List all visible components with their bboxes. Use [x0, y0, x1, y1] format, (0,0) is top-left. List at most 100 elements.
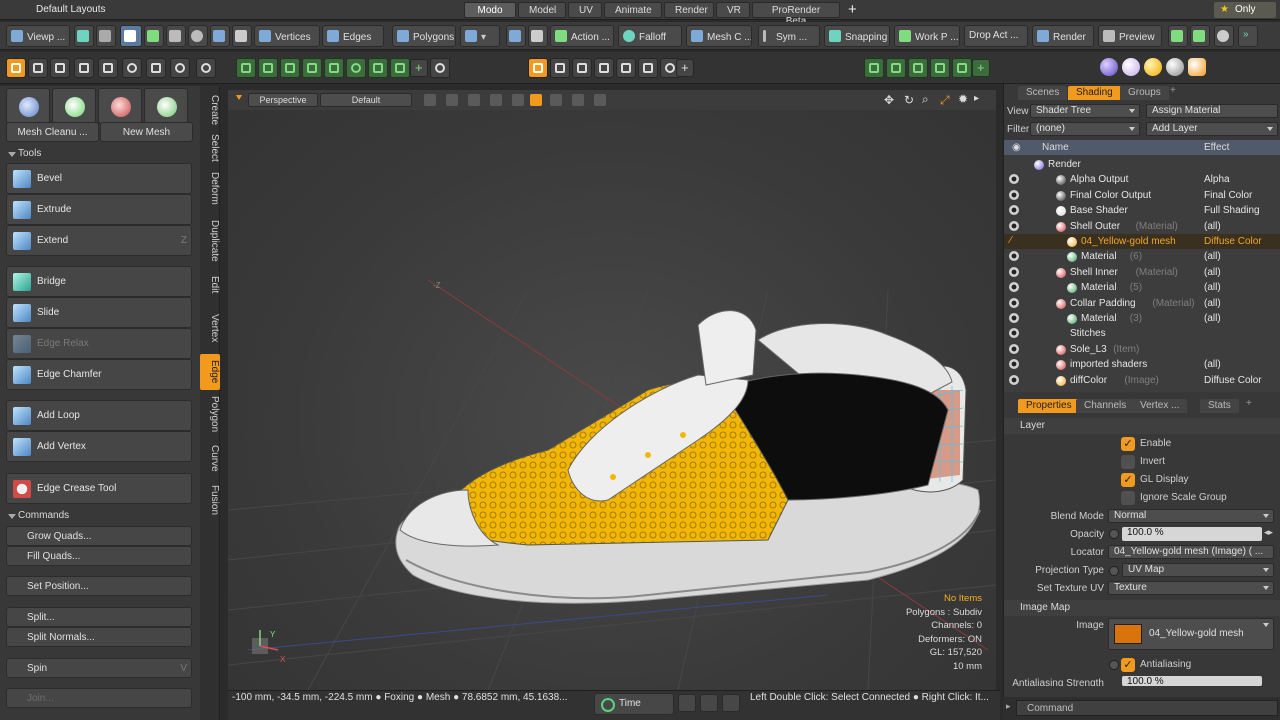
- pivot-tool[interactable]: [50, 58, 70, 78]
- add-loop-button[interactable]: Add Loop: [6, 400, 192, 431]
- mesh-tool-icon-button[interactable]: [6, 88, 50, 124]
- enable-checkbox[interactable]: ✓: [1121, 437, 1135, 451]
- shader-tree-row[interactable]: ⁄ 04_Yellow-gold mesh Diffuse Color: [1004, 234, 1280, 250]
- edge-crease-button[interactable]: Edge Crease Tool: [6, 473, 192, 504]
- command-input[interactable]: Command: [1016, 700, 1278, 716]
- layout-grid-button[interactable]: [74, 25, 94, 47]
- transform-tool-icon-button[interactable]: [144, 88, 188, 124]
- shader-tree-row[interactable]: Shell Inner (Material) (all): [1004, 265, 1280, 280]
- aa-strength-field[interactable]: 100.0 %: [1122, 676, 1262, 686]
- vtab-vertex[interactable]: Vertex: [200, 310, 220, 346]
- tab-animate[interactable]: Animate: [604, 2, 662, 18]
- new-mesh-button[interactable]: New Mesh: [100, 122, 193, 142]
- shader-tree-row[interactable]: Material (5) (all): [1004, 280, 1280, 295]
- polygons-button[interactable]: Polygons: [392, 25, 456, 47]
- opacity-radio[interactable]: [1109, 529, 1119, 539]
- render-button[interactable]: Render: [1032, 25, 1094, 47]
- add-vertex-button[interactable]: Add Vertex: [6, 431, 192, 462]
- layout-split-button[interactable]: [96, 25, 116, 47]
- vtab-create[interactable]: Create: [200, 90, 220, 130]
- work-plane-button[interactable]: Work P ...: [894, 25, 960, 47]
- effect-column-header[interactable]: Effect: [1204, 142, 1229, 153]
- add-view-tool-button[interactable]: +: [676, 59, 694, 77]
- image-tool[interactable]: [930, 58, 950, 78]
- deform-tool[interactable]: [146, 58, 166, 78]
- tab-model[interactable]: Model: [518, 2, 566, 18]
- list-tool[interactable]: [864, 58, 884, 78]
- shading-dropdown[interactable]: Default: [320, 93, 412, 107]
- item-mode-button[interactable]: [210, 25, 230, 47]
- bin-icon[interactable]: [594, 94, 606, 106]
- visibility-eye-icon[interactable]: [1007, 251, 1021, 262]
- sphere-tool-icon-button[interactable]: [98, 88, 142, 124]
- shader-tree-row[interactable]: diffColor (Image) Diffuse Color: [1004, 373, 1280, 388]
- visibility-eye-icon[interactable]: [1007, 205, 1021, 216]
- timeline-button[interactable]: [700, 694, 718, 712]
- bezier-icon[interactable]: [550, 94, 562, 106]
- lasso-button[interactable]: [188, 25, 208, 47]
- vtab-curve[interactable]: Curve: [200, 442, 220, 474]
- split-button[interactable]: Split...: [6, 607, 192, 627]
- refresh-tool[interactable]: [196, 58, 216, 78]
- filter-dropdown[interactable]: (none): [1030, 122, 1140, 136]
- graph-button[interactable]: [722, 694, 740, 712]
- ignore-scale-checkbox[interactable]: [1121, 491, 1135, 505]
- add-tab-button[interactable]: +: [848, 1, 857, 18]
- zoom-icon[interactable]: ⌕: [922, 92, 929, 107]
- view-paint-tool[interactable]: [594, 58, 614, 78]
- antialiasing-checkbox[interactable]: ✓: [1121, 658, 1135, 672]
- select-mode-button[interactable]: [120, 25, 142, 47]
- expand-right-icon[interactable]: ▸: [974, 93, 979, 104]
- view-select-tool[interactable]: [572, 58, 592, 78]
- layout-button[interactable]: [678, 694, 696, 712]
- image-selector[interactable]: 04_Yellow-gold mesh: [1108, 618, 1274, 650]
- gl-display-checkbox[interactable]: ✓: [1121, 473, 1135, 487]
- falloff-button[interactable]: Falloff: [618, 25, 682, 47]
- symmetry-button[interactable]: Sym ...: [758, 25, 820, 47]
- gear-icon[interactable]: ✹: [958, 92, 968, 106]
- mesh-path-tool[interactable]: [280, 58, 300, 78]
- item-type-dropdown[interactable]: ▾: [460, 25, 500, 47]
- tab-groups[interactable]: Groups: [1120, 86, 1169, 100]
- extend-button[interactable]: Extend Z: [6, 225, 192, 256]
- vtab-edit[interactable]: Edit: [200, 272, 220, 298]
- tab-render[interactable]: Render: [664, 2, 714, 18]
- slider-icon[interactable]: ◂▸: [1264, 527, 1273, 538]
- grid-view-icon[interactable]: [446, 94, 458, 106]
- bridge-button[interactable]: Bridge: [6, 266, 192, 297]
- mesh-target-tool[interactable]: [346, 58, 366, 78]
- tools-section-header[interactable]: Tools: [6, 146, 194, 162]
- name-column-header[interactable]: Name: [1042, 142, 1069, 153]
- drop-action-dropdown[interactable]: Drop Act ...: [964, 25, 1028, 47]
- shader-tree-row[interactable]: Collar Padding (Material) (all): [1004, 296, 1280, 311]
- tab-scenes[interactable]: Scenes: [1018, 86, 1068, 100]
- layers-tool[interactable]: [886, 58, 906, 78]
- view-bend-tool[interactable]: [616, 58, 636, 78]
- mesh-select-tool[interactable]: [236, 58, 256, 78]
- spin-button[interactable]: Spin V: [6, 658, 192, 678]
- material-ball-gold-icon[interactable]: [1144, 58, 1162, 76]
- bevel-button[interactable]: Bevel: [6, 163, 192, 194]
- add-mesh-tool-button[interactable]: +: [410, 59, 428, 77]
- slide-button[interactable]: Slide: [6, 297, 192, 328]
- visibility-eye-icon[interactable]: [1007, 374, 1021, 385]
- mesh-bound-tool[interactable]: [390, 58, 410, 78]
- tab-vr[interactable]: VR: [716, 2, 750, 18]
- set-position-button[interactable]: Set Position...: [6, 576, 192, 596]
- vtab-fusion[interactable]: Fusion: [200, 482, 220, 518]
- material-mode-button[interactable]: [232, 25, 252, 47]
- edge-tool[interactable]: [74, 58, 94, 78]
- assign-material-button[interactable]: Assign Material: [1146, 104, 1278, 118]
- material-ball-orange-icon[interactable]: [1188, 58, 1206, 76]
- edge-relax-button[interactable]: Edge Relax: [6, 328, 192, 359]
- wireframe-icon[interactable]: [490, 94, 502, 106]
- add-prop-tab-icon[interactable]: +: [1246, 398, 1252, 409]
- checker-icon[interactable]: [424, 94, 436, 106]
- mesh-constraint-button[interactable]: Mesh C ...: [686, 25, 752, 47]
- visibility-eye-icon[interactable]: [1007, 282, 1021, 293]
- visibility-eye-icon[interactable]: [1007, 359, 1021, 370]
- preview-button[interactable]: Preview: [1098, 25, 1162, 47]
- page-icon[interactable]: [572, 94, 584, 106]
- visibility-eye-icon[interactable]: [1007, 313, 1021, 323]
- vtab-select[interactable]: Select: [200, 132, 220, 164]
